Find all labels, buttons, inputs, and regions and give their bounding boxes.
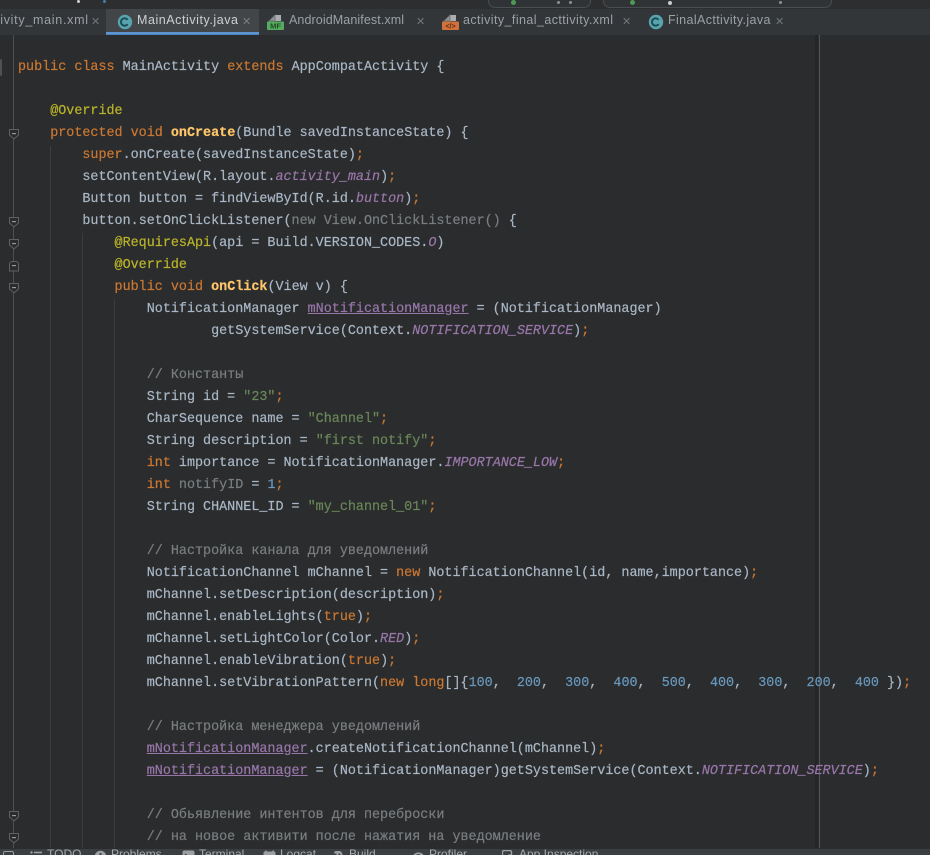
svg-text:</>: </> (445, 23, 455, 30)
svg-text:MF: MF (270, 21, 281, 30)
